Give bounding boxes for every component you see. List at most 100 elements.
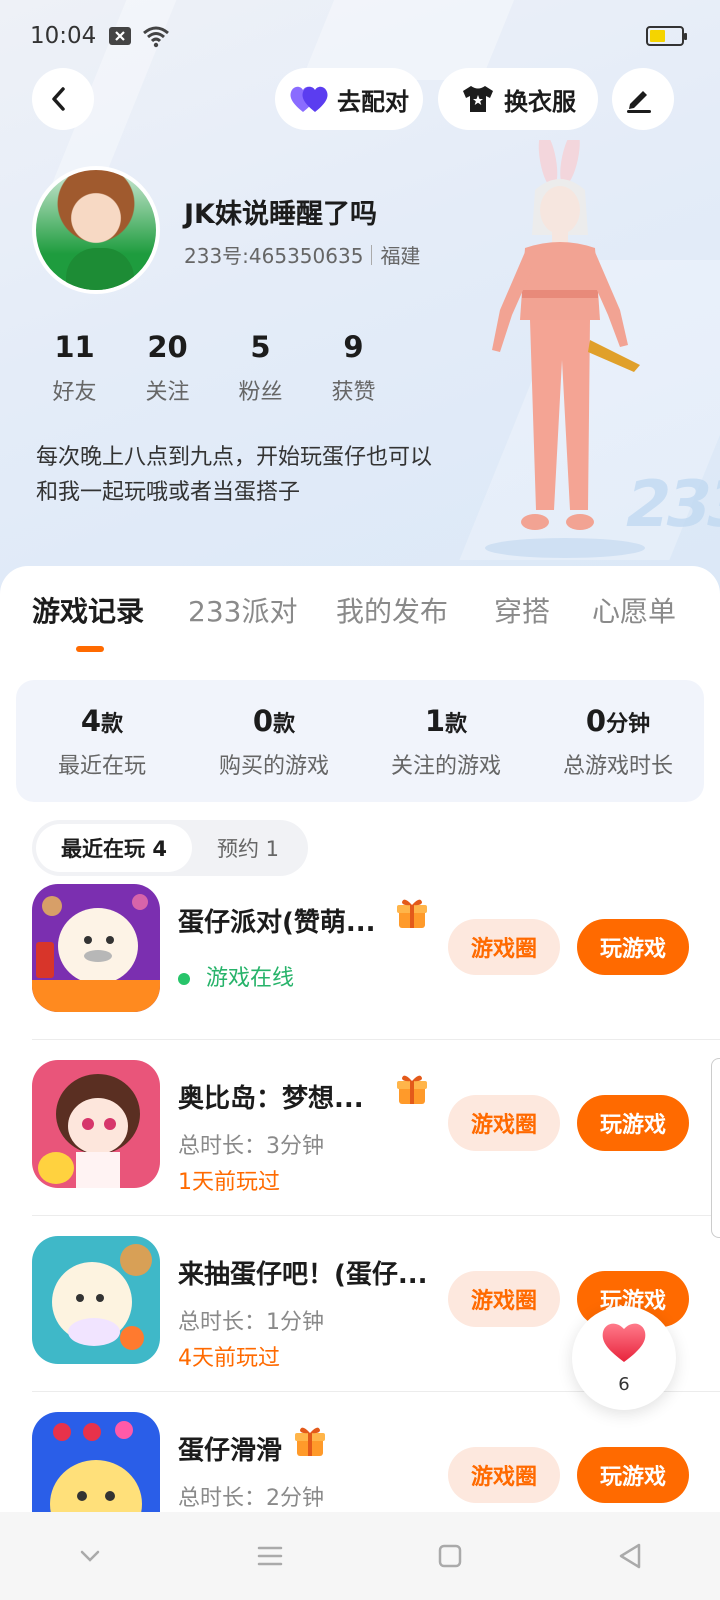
square-home-icon bbox=[438, 1544, 462, 1568]
stat-friends[interactable]: 11 好友 bbox=[28, 330, 121, 406]
chevron-down-icon bbox=[80, 1550, 100, 1562]
game-list-item[interactable]: 奥比岛：梦想... 总时长：3分钟 1天前玩过 游戏圈 玩游戏 bbox=[32, 1040, 720, 1216]
summary-label: 购买的游戏 bbox=[218, 754, 329, 779]
summary-unit: 款 bbox=[273, 712, 296, 737]
stat-number: 5 bbox=[250, 330, 271, 364]
like-floating-button[interactable]: 6 bbox=[572, 1306, 676, 1410]
game-circle-button[interactable]: 游戏圈 bbox=[448, 919, 560, 975]
play-game-button[interactable]: 玩游戏 bbox=[577, 1447, 689, 1503]
summary-recent[interactable]: 4款 最近在玩 bbox=[16, 680, 188, 802]
tab-wishlist[interactable]: 心愿单 bbox=[592, 590, 676, 630]
battery-icon bbox=[646, 26, 687, 46]
menu-icon bbox=[257, 1546, 283, 1566]
tab-my-posts[interactable]: 我的发布 bbox=[336, 590, 448, 630]
game-list-item[interactable]: 蛋仔派对(赞萌... 游戏在线 游戏圈 玩游戏 bbox=[32, 864, 720, 1040]
status-time: 10:04 bbox=[30, 23, 97, 49]
triangle-back-icon bbox=[619, 1543, 641, 1569]
uid-line: 233号:465350635 福建 bbox=[184, 240, 420, 269]
summary-unit: 分钟 bbox=[606, 712, 651, 737]
game-duration: 总时长：2分钟 bbox=[178, 1486, 324, 1511]
game-name: 蛋仔派对(赞萌... bbox=[178, 908, 376, 938]
game-online-status: 游戏在线 bbox=[178, 960, 294, 992]
game-duration: 总时长：3分钟 bbox=[178, 1134, 324, 1159]
tab-game-record[interactable]: 游戏记录 bbox=[32, 590, 144, 630]
user-region: 福建 bbox=[380, 244, 421, 268]
profile-stats: 11 好友 20 关注 5 粉丝 9 获赞 bbox=[28, 330, 400, 406]
notification-icon bbox=[108, 26, 132, 46]
game-circle-button[interactable]: 游戏圈 bbox=[448, 1447, 560, 1503]
nickname: JK妹说睡醒了吗 bbox=[184, 199, 377, 230]
game-circle-button[interactable]: 游戏圈 bbox=[448, 1271, 560, 1327]
stat-number: 11 bbox=[54, 330, 95, 364]
gift-icon[interactable] bbox=[294, 1424, 326, 1458]
summary-value: 1 bbox=[424, 704, 446, 738]
bio-line: 和我一起玩哦或者当蛋搭子 bbox=[36, 480, 301, 505]
tab-indicator bbox=[76, 646, 104, 652]
online-dot-icon bbox=[178, 973, 190, 985]
summary-unit: 款 bbox=[101, 712, 124, 737]
game-name: 蛋仔滑滑 bbox=[178, 1436, 283, 1466]
nav-back-button[interactable] bbox=[600, 1536, 660, 1576]
system-navigation-bar bbox=[0, 1512, 720, 1600]
watermark-233: 233 bbox=[618, 468, 720, 542]
summary-value: 0 bbox=[585, 704, 607, 738]
tab-outfits[interactable]: 穿搭 bbox=[494, 590, 550, 630]
profile-bio: 每次晚上八点到九点，开始玩蛋仔也可以 和我一起玩哦或者当蛋搭子 bbox=[36, 440, 476, 510]
stat-following[interactable]: 20 关注 bbox=[121, 330, 214, 406]
stat-number: 9 bbox=[343, 330, 364, 364]
match-label: 去配对 bbox=[337, 87, 409, 116]
summary-purchased[interactable]: 0款 购买的游戏 bbox=[188, 680, 360, 802]
summary-label: 总游戏时长 bbox=[562, 754, 673, 779]
game-icon-aobi-island bbox=[32, 1060, 160, 1188]
summary-total-time[interactable]: 0分钟 总游戏时长 bbox=[532, 680, 704, 802]
summary-value: 4 bbox=[80, 704, 102, 738]
game-circle-button[interactable]: 游戏圈 bbox=[448, 1095, 560, 1151]
back-button[interactable] bbox=[32, 68, 94, 130]
bio-line: 每次晚上八点到九点，开始玩蛋仔也可以 bbox=[36, 445, 433, 470]
side-drawer-handle[interactable] bbox=[711, 1058, 720, 1238]
stat-label: 好友 bbox=[52, 380, 97, 405]
tshirt-icon bbox=[463, 86, 493, 112]
change-outfit-button[interactable]: 换衣服 bbox=[438, 68, 598, 130]
stat-label: 粉丝 bbox=[238, 380, 283, 405]
like-count: 6 bbox=[618, 1374, 630, 1395]
game-summary: 4款 最近在玩 0款 购买的游戏 1款 关注的游戏 0分钟 总游戏时长 bbox=[16, 680, 704, 802]
stat-label: 关注 bbox=[145, 380, 190, 405]
summary-unit: 款 bbox=[445, 712, 468, 737]
game-name: 来抽蛋仔吧！(蛋仔... bbox=[178, 1260, 428, 1290]
summary-label: 最近在玩 bbox=[57, 754, 146, 779]
game-icon-eggy-party bbox=[32, 884, 160, 1012]
heart-icon bbox=[602, 1323, 646, 1362]
nav-menu-button[interactable] bbox=[240, 1536, 300, 1576]
summary-value: 0 bbox=[252, 704, 274, 738]
gift-icon[interactable] bbox=[396, 1072, 428, 1106]
play-game-button[interactable]: 玩游戏 bbox=[577, 1095, 689, 1151]
stat-number: 20 bbox=[147, 330, 188, 364]
match-button[interactable]: 去配对 bbox=[275, 68, 423, 130]
play-game-button[interactable]: 玩游戏 bbox=[577, 919, 689, 975]
game-name: 奥比岛：梦想... bbox=[178, 1084, 364, 1114]
summary-followed[interactable]: 1款 关注的游戏 bbox=[360, 680, 532, 802]
profile-tabs: 游戏记录 233派对 我的发布 穿搭 心愿单 bbox=[0, 590, 720, 660]
wifi-icon bbox=[142, 26, 170, 48]
summary-label: 关注的游戏 bbox=[390, 754, 501, 779]
edit-profile-button[interactable] bbox=[612, 68, 674, 130]
stat-likes[interactable]: 9 获赞 bbox=[307, 330, 400, 406]
stat-fans[interactable]: 5 粉丝 bbox=[214, 330, 307, 406]
game-duration: 总时长：1分钟 bbox=[178, 1310, 324, 1335]
divider bbox=[371, 244, 373, 265]
double-heart-icon bbox=[290, 86, 328, 112]
nav-home-button[interactable] bbox=[420, 1536, 480, 1576]
stat-label: 获赞 bbox=[331, 380, 376, 405]
chevron-left-icon bbox=[52, 87, 65, 111]
status-bar: 10:04 bbox=[30, 18, 687, 54]
nav-hide-button[interactable] bbox=[60, 1536, 120, 1576]
gift-icon[interactable] bbox=[396, 896, 428, 930]
tab-233-party[interactable]: 233派对 bbox=[188, 590, 297, 630]
change-outfit-label: 换衣服 bbox=[504, 87, 576, 116]
avatar[interactable] bbox=[32, 166, 160, 294]
user-id: 233号:465350635 bbox=[184, 244, 364, 268]
game-icon-draw-eggy bbox=[32, 1236, 160, 1364]
game-last-played: 1天前玩过 bbox=[178, 1170, 280, 1195]
pen-icon bbox=[627, 91, 651, 113]
